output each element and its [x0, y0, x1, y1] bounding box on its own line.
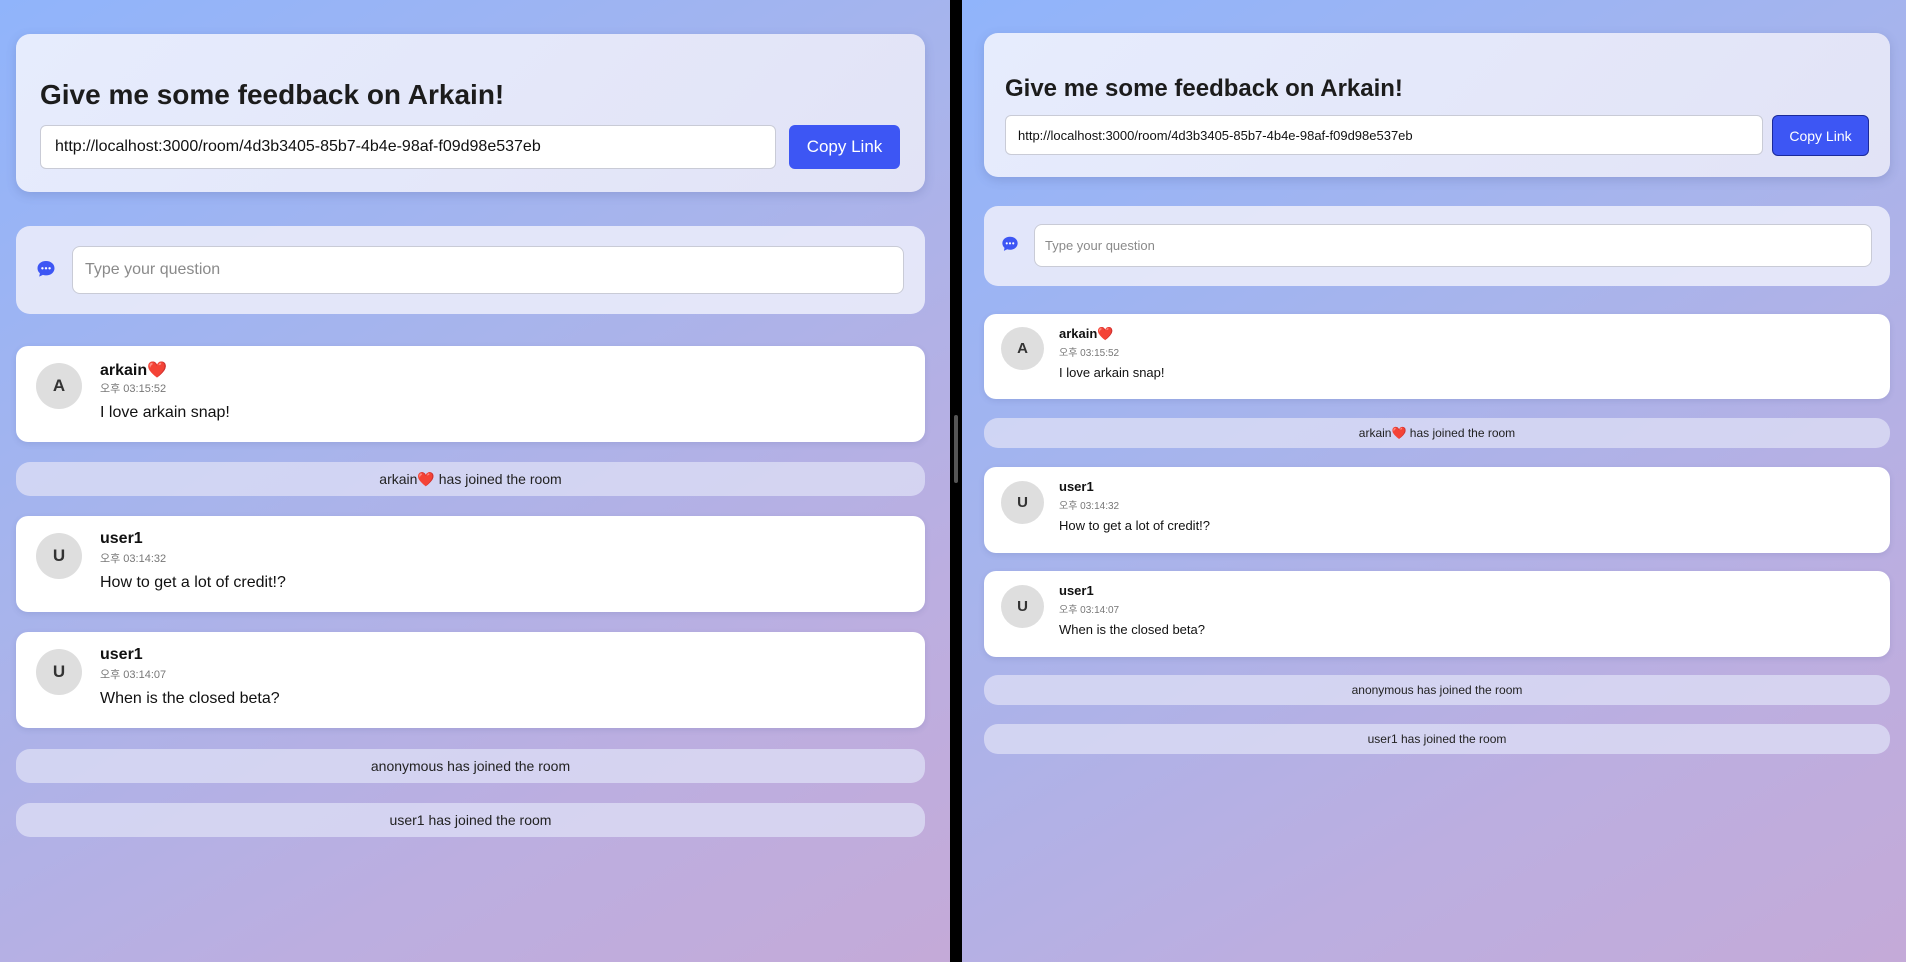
message-timestamp: 오후 03:15:52: [1059, 348, 1120, 359]
question-composer: [984, 206, 1890, 286]
chat-bubble-icon: [1002, 236, 1018, 251]
question-input[interactable]: [72, 246, 904, 294]
heart-emoji: ❤️: [1097, 326, 1114, 341]
left-browser-pane: Give me some feedback on Arkain! Copy Li…: [0, 0, 950, 962]
message-card: U user1 오후 03:14:32 How to get a lot of …: [16, 516, 925, 612]
message-card: U user1 오후 03:14:32 How to get a lot of …: [984, 467, 1890, 553]
page-title: Give me some feedback on Arkain!: [1005, 75, 1403, 102]
message-card: U user1 오후 03:14:07 When is the closed b…: [984, 571, 1890, 657]
notice-text: has joined the room: [447, 758, 571, 774]
message-timestamp: 오후 03:14:07: [100, 669, 167, 681]
author-name: arkain: [100, 362, 148, 379]
avatar: U: [36, 649, 82, 695]
message-text: I love arkain snap!: [1059, 365, 1165, 380]
system-notice: anonymous has joined the room: [16, 749, 925, 783]
question-input[interactable]: [1034, 224, 1872, 267]
message-text: I love arkain snap!: [100, 404, 230, 421]
notice-text: has joined the room: [1400, 732, 1507, 746]
notice-text: has joined the room: [438, 471, 562, 487]
heart-emoji: ❤️: [147, 362, 168, 379]
message-timestamp: 오후 03:14:07: [1059, 605, 1120, 616]
room-header-card: Give me some feedback on Arkain! Copy Li…: [16, 34, 925, 192]
notice-user: anonymous: [1351, 683, 1414, 697]
avatar: A: [36, 363, 82, 409]
message-author: arkain❤️: [1059, 326, 1114, 342]
message-text: How to get a lot of credit!?: [1059, 518, 1211, 533]
notice-text: has joined the room: [1409, 426, 1516, 440]
message-card: A arkain❤️ 오후 03:15:52 I love arkain sna…: [984, 314, 1890, 399]
message-author: user1: [1059, 479, 1094, 494]
avatar: U: [1001, 481, 1044, 524]
share-link-field[interactable]: [40, 125, 776, 169]
message-card: A arkain❤️ 오후 03:15:52 I love arkain sna…: [16, 346, 925, 442]
notice-text: has joined the room: [428, 812, 552, 828]
notice-user: arkain: [379, 471, 418, 487]
author-name: user1: [1059, 479, 1094, 494]
notice-user: arkain: [1358, 426, 1392, 440]
notice-text: has joined the room: [1416, 683, 1523, 697]
message-text: When is the closed beta?: [1059, 622, 1205, 637]
message-author: user1: [100, 530, 143, 548]
chat-bubble-icon: [37, 261, 55, 277]
message-author: user1: [1059, 583, 1094, 598]
avatar: U: [1001, 585, 1044, 628]
notice-user: anonymous: [370, 758, 444, 774]
avatar: U: [36, 533, 82, 579]
message-text: When is the closed beta?: [100, 690, 280, 707]
message-author: user1: [100, 646, 143, 664]
system-notice: anonymous has joined the room: [984, 675, 1890, 705]
system-notice: arkain❤️ has joined the room: [984, 418, 1890, 448]
right-browser-pane: Give me some feedback on Arkain! Copy Li…: [962, 0, 1906, 962]
page-title: Give me some feedback on Arkain!: [40, 79, 505, 110]
system-notice: arkain❤️ has joined the room: [16, 462, 925, 496]
share-link-field[interactable]: [1005, 115, 1763, 155]
author-name: user1: [1059, 583, 1094, 598]
system-notice: user1 has joined the room: [16, 803, 925, 837]
message-text: How to get a lot of credit!?: [100, 574, 286, 591]
copy-link-button[interactable]: Copy Link: [1772, 115, 1869, 156]
notice-user: user1: [1367, 732, 1398, 746]
message-timestamp: 오후 03:14:32: [1059, 501, 1120, 512]
message-author: arkain❤️: [100, 360, 167, 380]
author-name: user1: [100, 530, 143, 547]
author-name: user1: [100, 646, 143, 663]
copy-link-button[interactable]: Copy Link: [789, 125, 900, 169]
system-notice: user1 has joined the room: [984, 724, 1890, 754]
message-card: U user1 오후 03:14:07 When is the closed b…: [16, 632, 925, 728]
heart-emoji: ❤️: [417, 471, 435, 487]
question-composer: [16, 226, 925, 314]
message-timestamp: 오후 03:14:32: [100, 553, 167, 565]
notice-user: user1: [389, 812, 425, 828]
avatar: A: [1001, 327, 1044, 370]
message-timestamp: 오후 03:15:52: [100, 383, 167, 395]
pane-resize-handle[interactable]: [954, 415, 958, 483]
room-header-card: Give me some feedback on Arkain! Copy Li…: [984, 33, 1890, 177]
author-name: arkain: [1059, 326, 1098, 341]
heart-emoji: ❤️: [1391, 426, 1407, 440]
